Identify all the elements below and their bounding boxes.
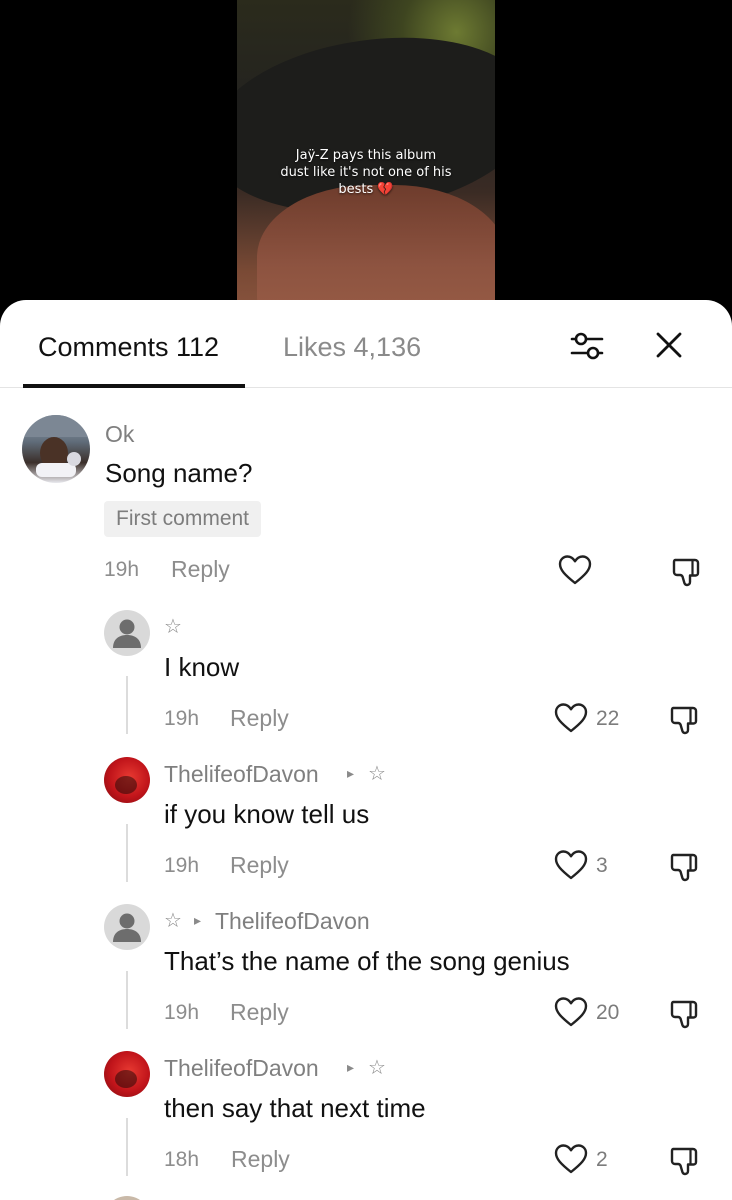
video-caption-line-1: Jaÿ-Z pays this album: [295, 148, 437, 163]
like-count: 22: [596, 707, 620, 730]
reply-to-username[interactable]: ☆: [368, 761, 386, 785]
tab-active-indicator: [23, 384, 245, 388]
comment-time: 19h: [104, 558, 140, 581]
thumbs-down-icon[interactable]: [668, 996, 702, 1030]
username-star[interactable]: ☆: [164, 614, 182, 638]
comment-username[interactable]: ThelifeofDavon: [164, 761, 319, 788]
avatar[interactable]: [104, 1051, 150, 1097]
thumbs-down-icon[interactable]: [668, 849, 702, 883]
avatar[interactable]: [104, 610, 150, 656]
default-avatar-icon: [113, 913, 141, 942]
reply-button[interactable]: Reply: [230, 999, 289, 1026]
username-star[interactable]: ☆: [164, 908, 182, 932]
reply-to-arrow: ▸: [347, 766, 355, 782]
tab-comments[interactable]: Comments 112: [38, 332, 219, 363]
reply-to-arrow: ▸: [194, 913, 202, 929]
video-frame[interactable]: Jaÿ-Z pays this album dust like it's not…: [237, 0, 495, 320]
comment-time: 19h: [164, 1001, 200, 1024]
thumbs-down-icon[interactable]: [670, 554, 704, 588]
video-player[interactable]: Jaÿ-Z pays this album dust like it's not…: [0, 0, 732, 320]
like-count: 2: [596, 1148, 608, 1171]
thread-line: [126, 1118, 128, 1176]
comment-text: That’s the name of the song genius: [164, 946, 570, 976]
close-icon[interactable]: [654, 330, 684, 360]
heart-icon[interactable]: [553, 996, 589, 1028]
avatar[interactable]: [104, 904, 150, 950]
video-caption-line-3: bests 💔: [338, 182, 394, 197]
reply-button[interactable]: Reply: [231, 1146, 290, 1173]
comment-username[interactable]: Ok: [105, 421, 134, 448]
reply-to-arrow: ▸: [347, 1060, 355, 1076]
reply-button[interactable]: Reply: [230, 705, 289, 732]
like-count: 3: [596, 854, 608, 877]
heart-icon[interactable]: [557, 554, 593, 586]
thumbs-down-icon[interactable]: [668, 702, 702, 736]
comment-text: I know: [164, 652, 240, 682]
thread-line: [126, 676, 128, 734]
first-comment-badge: First comment: [104, 501, 262, 537]
reply-to-username[interactable]: ThelifeofDavon: [215, 908, 370, 935]
comment-username[interactable]: ThelifeofDavon: [164, 1055, 319, 1082]
reply-to-username[interactable]: ☆: [368, 1055, 386, 1079]
avatar-boxer-icon: [22, 415, 90, 477]
comment-time: 18h: [164, 1148, 200, 1171]
tab-bar: Comments 112 Likes 4,136: [0, 300, 732, 388]
tab-likes[interactable]: Likes 4,136: [283, 332, 421, 363]
heart-icon[interactable]: [553, 702, 589, 734]
comment-text: Song name?: [105, 458, 253, 488]
avatar[interactable]: [104, 757, 150, 803]
avatar-red-icon: [115, 776, 137, 794]
comment-time: 19h: [164, 854, 200, 877]
thread-line: [126, 824, 128, 882]
comment-text: if you know tell us: [164, 799, 370, 829]
filter-sliders-icon[interactable]: [569, 328, 605, 364]
comment-text: then say that next time: [164, 1093, 426, 1123]
like-count: 20: [596, 1001, 620, 1024]
avatar-red-icon: [115, 1070, 137, 1088]
comments-sheet: Comments 112 Likes 4,136 Ok Song name? F…: [0, 300, 732, 1200]
avatar[interactable]: [22, 415, 90, 483]
reply-button[interactable]: Reply: [171, 556, 230, 583]
heart-icon[interactable]: [553, 1143, 589, 1175]
video-caption-line-2: dust like it's not one of his: [280, 165, 452, 180]
default-avatar-icon: [113, 619, 141, 648]
comment-time: 19h: [164, 707, 200, 730]
video-caption: Jaÿ-Z pays this album dust like it's not…: [237, 147, 495, 198]
thumbs-down-icon[interactable]: [668, 1143, 702, 1177]
reply-button[interactable]: Reply: [230, 852, 289, 879]
heart-icon[interactable]: [553, 849, 589, 881]
thread-line: [126, 971, 128, 1029]
avatar[interactable]: [104, 1196, 150, 1200]
